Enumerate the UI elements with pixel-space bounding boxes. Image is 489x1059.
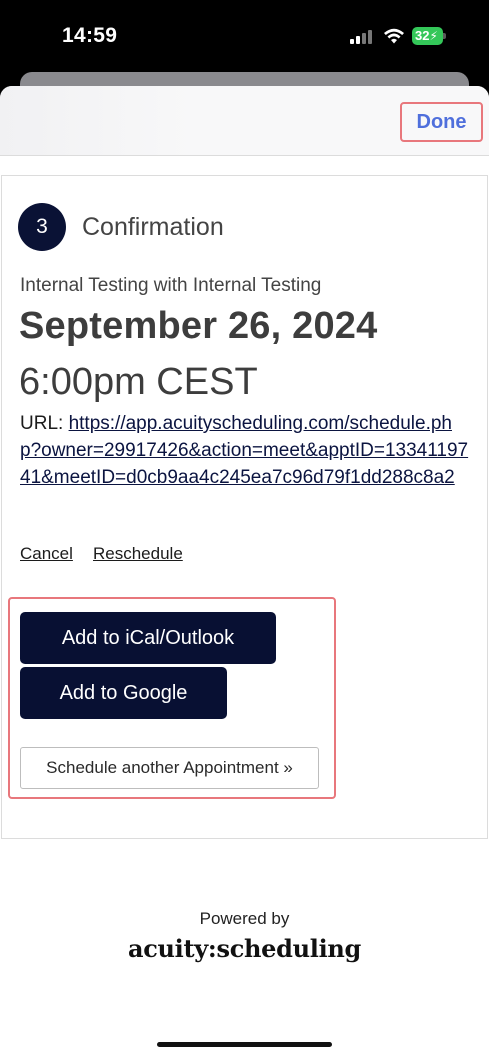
cellular-signal-icon (350, 30, 374, 44)
acuity-scheduling-logo: acuity:scheduling (127, 934, 362, 963)
status-time: 14:59 (62, 24, 118, 47)
status-bar: 14:59 32⚡ (0, 0, 489, 72)
add-to-google-button[interactable]: Add to Google (20, 667, 227, 719)
step-number-badge: 3 (18, 203, 66, 251)
schedule-another-appointment-button[interactable]: Schedule another Appointment » (20, 747, 319, 789)
add-to-ical-outlook-button[interactable]: Add to iCal/Outlook (20, 612, 276, 664)
appointment-time: 6:00pm CEST (19, 361, 258, 403)
cancel-link[interactable]: Cancel (20, 544, 73, 564)
battery-icon: 32⚡ (412, 27, 446, 45)
done-button[interactable]: Done (400, 102, 483, 142)
step-title: Confirmation (82, 213, 224, 241)
appointment-date: September 26, 2024 (19, 305, 378, 347)
home-indicator[interactable] (157, 1042, 332, 1047)
battery-level: 32 (415, 28, 430, 43)
url-block: URL: https://app.acuityscheduling.com/sc… (20, 410, 472, 491)
meeting-url-link[interactable]: https://app.acuityscheduling.com/schedul… (20, 413, 468, 488)
modal-sheet: Done 3 Confirmation Internal Testing wit… (0, 86, 489, 1059)
reschedule-link[interactable]: Reschedule (93, 544, 183, 564)
url-label: URL: (20, 413, 64, 434)
powered-by-text: Powered by (199, 909, 290, 928)
wifi-icon (384, 28, 404, 44)
appointment-subtitle: Internal Testing with Internal Testing (20, 275, 322, 296)
sheet-header: Done (0, 86, 489, 156)
